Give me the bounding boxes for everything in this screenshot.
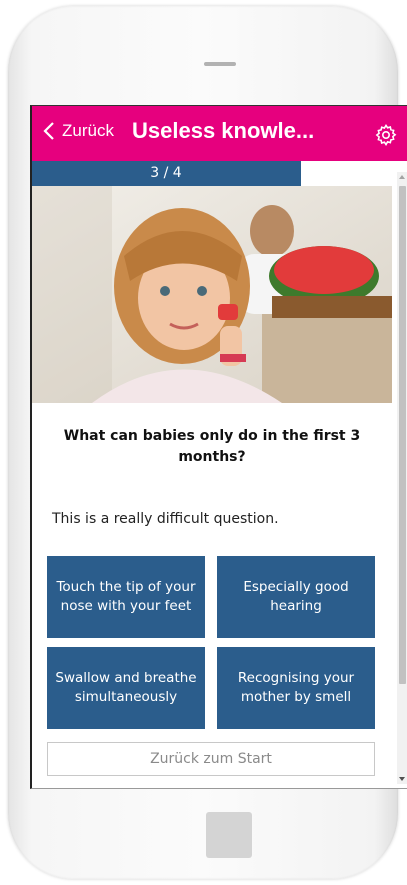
gear-icon[interactable] — [374, 123, 398, 147]
scrollbar[interactable] — [397, 172, 407, 784]
back-label: Zurück — [62, 121, 114, 140]
answer-button-1[interactable]: Touch the tip of your nose with your fee… — [47, 556, 205, 638]
phone-speaker — [204, 62, 236, 66]
app-screen: Zurück Useless knowle... 3 / 4 What can … — [30, 105, 407, 789]
question-text: What can babies only do in the first 3 m… — [63, 428, 361, 465]
scroll-down-arrow-icon[interactable] — [399, 777, 405, 781]
answer-button-3[interactable]: Swallow and breathe simultaneously — [47, 647, 205, 729]
answer-button-4[interactable]: Recognising your mother by smell — [217, 647, 375, 729]
question-description: This is a really difficult question. — [52, 511, 279, 527]
scroll-up-arrow-icon[interactable] — [399, 175, 405, 179]
child-eating-watermelon-image — [32, 186, 392, 403]
question-image — [32, 186, 392, 403]
progress-bar: 3 / 4 — [32, 161, 407, 186]
back-to-start-button[interactable]: Zurück zum Start — [47, 742, 375, 776]
top-bar: Zurück Useless knowle... — [32, 106, 407, 161]
page-title: Useless knowle... — [132, 118, 315, 143]
progress-label: 3 / 4 — [150, 165, 182, 181]
home-button[interactable] — [206, 812, 252, 858]
back-button[interactable]: Zurück — [42, 121, 114, 141]
scrollbar-thumb[interactable] — [399, 186, 406, 684]
chevron-left-icon — [43, 122, 54, 140]
answer-button-2[interactable]: Especially good hearing — [217, 556, 375, 638]
